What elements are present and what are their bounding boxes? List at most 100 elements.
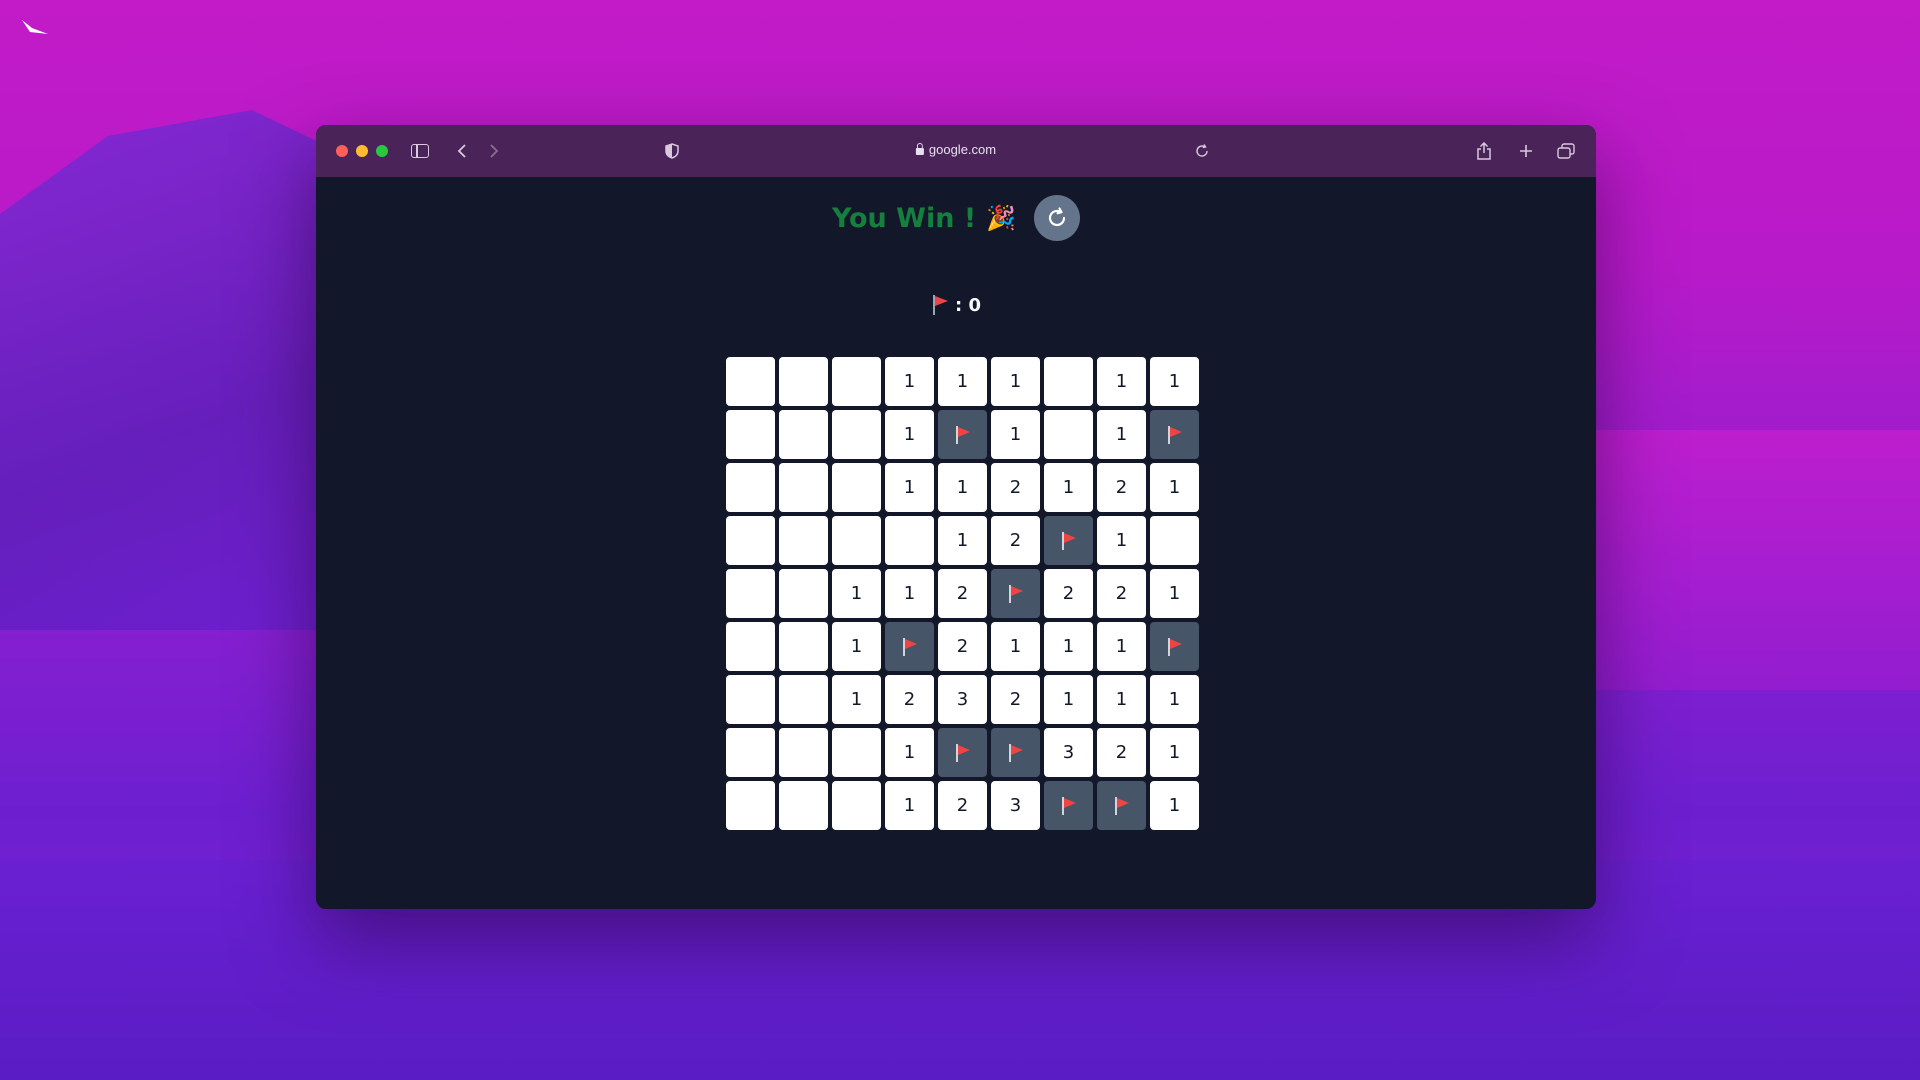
flagged-cell[interactable] [991,728,1040,777]
board-cell[interactable] [726,675,775,724]
board-cell[interactable]: 1 [832,569,881,618]
board-cell[interactable]: 3 [991,781,1040,830]
board-cell[interactable]: 1 [885,781,934,830]
board-cell[interactable] [1044,357,1093,406]
board-cell[interactable] [832,728,881,777]
sidebar-icon[interactable] [410,141,430,161]
board-cell[interactable]: 1 [885,569,934,618]
board-cell[interactable] [1150,516,1199,565]
flagged-cell[interactable] [938,410,987,459]
board-cell[interactable]: 2 [938,622,987,671]
board-cell[interactable] [726,569,775,618]
board-cell[interactable]: 2 [885,675,934,724]
board-cell[interactable]: 1 [1150,463,1199,512]
reload-icon[interactable] [1192,141,1212,161]
board-cell[interactable] [726,357,775,406]
chevron-right-icon[interactable] [484,141,504,161]
board-cell[interactable] [779,410,828,459]
board-cell[interactable]: 1 [832,675,881,724]
board-cell[interactable]: 1 [1044,463,1093,512]
board-cell[interactable]: 2 [1097,569,1146,618]
board-cell[interactable]: 1 [1150,728,1199,777]
board-cell[interactable]: 1 [885,728,934,777]
cell-number: 3 [1062,742,1075,763]
board-cell[interactable]: 1 [832,622,881,671]
board-cell[interactable]: 1 [1150,569,1199,618]
board-cell[interactable]: 2 [991,463,1040,512]
board-cell[interactable]: 1 [938,516,987,565]
board-cell[interactable] [779,516,828,565]
board-cell[interactable] [726,516,775,565]
cell-number: 1 [903,742,916,763]
board-cell[interactable] [832,410,881,459]
flagged-cell[interactable] [938,728,987,777]
board-cell[interactable] [1044,410,1093,459]
board-cell[interactable] [726,781,775,830]
board-cell[interactable]: 1 [1097,622,1146,671]
board-cell[interactable]: 2 [1044,569,1093,618]
cell-number: 1 [850,636,863,657]
flagged-cell[interactable] [885,622,934,671]
board-cell[interactable]: 1 [991,357,1040,406]
board-cell[interactable]: 1 [991,410,1040,459]
board-cell[interactable] [885,516,934,565]
board-cell[interactable] [832,781,881,830]
shield-icon[interactable] [662,141,682,161]
board-cell[interactable] [726,463,775,512]
board-cell[interactable]: 1 [1097,357,1146,406]
board-cell[interactable]: 1 [1044,622,1093,671]
board-cell[interactable] [832,463,881,512]
board-cell[interactable]: 1 [885,410,934,459]
board-cell[interactable]: 2 [991,516,1040,565]
board-cell[interactable]: 1 [1150,781,1199,830]
board-cell[interactable] [779,728,828,777]
plus-icon[interactable] [1516,141,1536,161]
flag-icon [933,295,948,315]
board-cell[interactable]: 2 [938,569,987,618]
flagged-cell[interactable] [1044,781,1093,830]
board-cell[interactable] [726,410,775,459]
board-cell[interactable] [832,516,881,565]
minimize-window-button[interactable] [356,145,368,157]
board-cell[interactable]: 1 [1150,357,1199,406]
board-cell[interactable] [779,463,828,512]
board-cell[interactable] [832,357,881,406]
chevron-left-icon[interactable] [452,141,472,161]
flagged-cell[interactable] [991,569,1040,618]
board-cell[interactable]: 2 [1097,728,1146,777]
board-cell[interactable]: 3 [938,675,987,724]
board-cell[interactable]: 1 [885,463,934,512]
board-cell[interactable]: 2 [1097,463,1146,512]
board-cell[interactable]: 1 [991,622,1040,671]
board-cell[interactable] [726,622,775,671]
flagged-cell[interactable] [1150,410,1199,459]
board-cell[interactable]: 1 [1097,516,1146,565]
board-cell[interactable]: 1 [1097,410,1146,459]
board-cell[interactable] [779,675,828,724]
board-cell[interactable] [726,728,775,777]
tabs-icon[interactable] [1556,141,1576,161]
board-cell[interactable]: 1 [938,357,987,406]
board-cell[interactable] [779,781,828,830]
restart-button[interactable] [1034,195,1081,241]
close-window-button[interactable] [336,145,348,157]
board-cell[interactable] [779,357,828,406]
board-cell[interactable]: 1 [1044,675,1093,724]
board-cell[interactable]: 3 [1044,728,1093,777]
board-cell[interactable]: 1 [1097,675,1146,724]
board-cell[interactable] [779,569,828,618]
board-cell[interactable]: 1 [1150,675,1199,724]
board-cell[interactable]: 1 [938,463,987,512]
flagged-cell[interactable] [1150,622,1199,671]
share-icon[interactable] [1474,141,1494,161]
board-cell[interactable]: 1 [885,357,934,406]
flagged-cell[interactable] [1044,516,1093,565]
flag-icon [1061,531,1076,550]
board-cell[interactable] [779,622,828,671]
address-bar[interactable]: google.com [915,142,996,157]
flagged-cell[interactable] [1097,781,1146,830]
zoom-window-button[interactable] [376,145,388,157]
cell-number: 1 [1115,689,1128,710]
board-cell[interactable]: 2 [991,675,1040,724]
board-cell[interactable]: 2 [938,781,987,830]
